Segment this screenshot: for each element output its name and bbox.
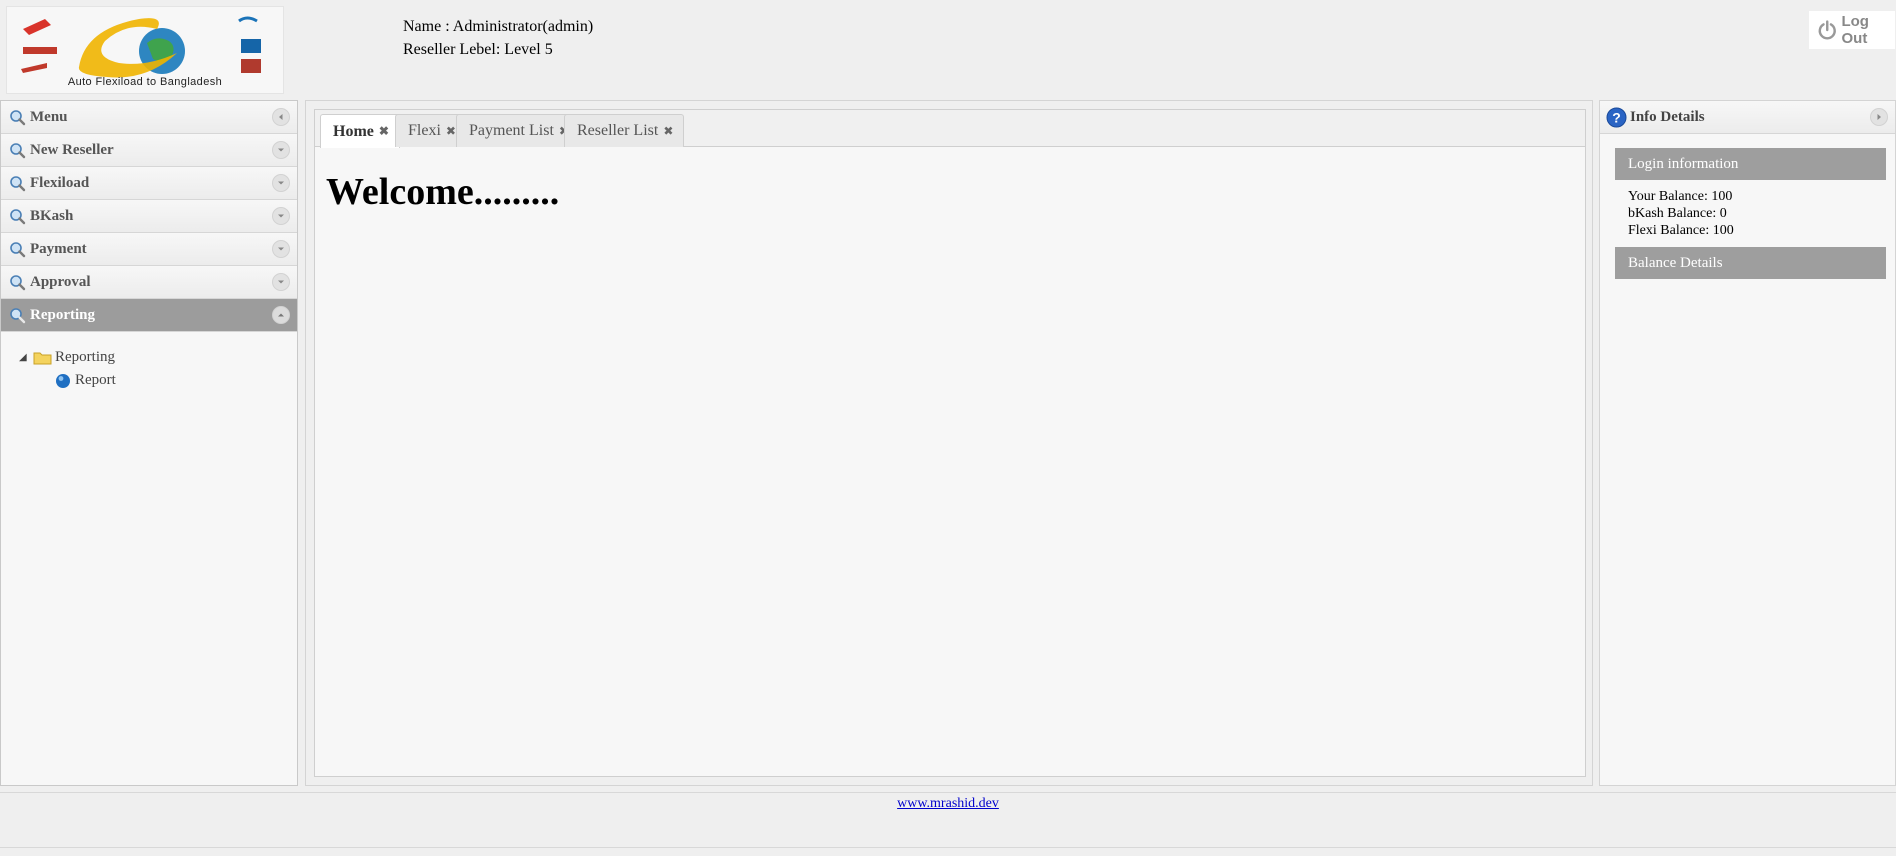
expand-button[interactable]: [272, 207, 290, 225]
tab-label: Reseller List: [577, 122, 659, 139]
tab-label: Flexi: [408, 122, 441, 139]
logo: Auto Flexiload to Bangladesh: [6, 6, 284, 94]
tab-bar: Home ✖ Flexi ✖ Payment List ✖ Reseller L…: [315, 110, 1585, 148]
tab-home[interactable]: Home ✖: [320, 114, 400, 148]
chevron-down-icon: [278, 181, 284, 185]
info-panel: ? Info Details Login information Your Ba…: [1599, 100, 1896, 786]
expand-button[interactable]: [272, 273, 290, 291]
main-panel: Home ✖ Flexi ✖ Payment List ✖ Reseller L…: [305, 100, 1593, 786]
sidebar-item-payment[interactable]: Payment: [1, 233, 297, 266]
user-info: Name : Administrator(admin) Reseller Leb…: [403, 15, 593, 61]
chevron-down-icon: [278, 148, 284, 152]
tab-container: Home ✖ Flexi ✖ Payment List ✖ Reseller L…: [314, 109, 1586, 777]
your-balance: Your Balance: 100: [1628, 189, 1733, 204]
search-icon: [10, 307, 26, 323]
chevron-right-icon: [1877, 114, 1881, 120]
chevron-down-icon: [278, 280, 284, 284]
sidebar-item-bkash[interactable]: BKash: [1, 200, 297, 233]
close-icon[interactable]: ✖: [663, 124, 673, 139]
sidebar-item-approval[interactable]: Approval: [1, 266, 297, 299]
footer: www.mrashid.dev: [0, 792, 1896, 848]
sidebar-item-reporting[interactable]: Reporting: [1, 299, 297, 332]
search-icon: [10, 142, 26, 158]
tree-folder-label: Reporting: [55, 349, 115, 365]
logout-button[interactable]: Log Out: [1809, 11, 1895, 49]
sidebar-item-label: Reporting: [30, 306, 95, 323]
expand-button[interactable]: [272, 174, 290, 192]
collapse-button[interactable]: [272, 306, 290, 324]
tab-payment-list[interactable]: Payment List ✖: [456, 114, 580, 147]
tree-expand-arrow-icon[interactable]: ◢: [19, 352, 29, 363]
login-info-section[interactable]: Login information: [1615, 148, 1886, 180]
sidebar-title: Menu: [30, 108, 68, 125]
collapse-info-panel-button[interactable]: [1870, 108, 1888, 126]
chevron-down-icon: [278, 214, 284, 218]
chevron-up-icon: [278, 313, 284, 317]
expand-button[interactable]: [272, 240, 290, 258]
sidebar-item-flexiload[interactable]: Flexiload: [1, 167, 297, 200]
close-icon[interactable]: ✖: [379, 124, 389, 139]
sidebar-item-label: BKash: [30, 207, 74, 224]
power-icon: [1818, 20, 1836, 40]
svg-text:?: ?: [1612, 109, 1621, 125]
tab-label: Home: [333, 122, 374, 140]
sidebar-item-label: Payment: [30, 240, 87, 257]
sidebar-item-label: Approval: [30, 273, 91, 290]
reseller-level: Reseller Lebel: Level 5: [403, 41, 553, 58]
header: Auto Flexiload to Bangladesh Name : Admi…: [0, 0, 1896, 100]
tab-label: Payment List: [469, 122, 554, 139]
sidebar: Menu New Reseller Flexiload BKash Paymen…: [0, 100, 298, 786]
folder-icon: [33, 352, 52, 364]
search-icon: [10, 241, 26, 257]
search-icon: [10, 208, 26, 224]
help-icon: ?: [1606, 107, 1627, 127]
info-panel-title: Info Details: [1630, 108, 1705, 125]
sidebar-item-label: New Reseller: [30, 141, 114, 158]
welcome-heading: Welcome.........: [326, 171, 560, 213]
tree-node-reporting[interactable]: ◢ Reporting: [19, 346, 297, 369]
balance-details-section[interactable]: Balance Details: [1615, 247, 1886, 279]
balance-list: Your Balance: 100 bKash Balance: 0 Flexi…: [1600, 180, 1895, 247]
user-name: Name : Administrator(admin): [403, 18, 594, 35]
collapse-sidebar-button[interactable]: [272, 108, 290, 126]
tree-item-label: Report: [75, 372, 116, 388]
search-icon: [10, 175, 26, 191]
reporting-tree: ◢ Reporting Report: [1, 332, 297, 392]
search-icon: [10, 109, 26, 125]
logo-text: Auto Flexiload to Bangladesh: [67, 76, 223, 88]
flexi-balance: Flexi Balance: 100: [1628, 223, 1734, 238]
tab-reseller-list[interactable]: Reseller List ✖: [564, 114, 685, 147]
bkash-balance: bKash Balance: 0: [1628, 206, 1727, 221]
tree-node-report[interactable]: Report: [19, 369, 297, 392]
close-icon[interactable]: ✖: [446, 124, 456, 139]
footer-link[interactable]: www.mrashid.dev: [897, 796, 999, 812]
globe-bullet-icon: [56, 373, 70, 388]
sidebar-item-new-reseller[interactable]: New Reseller: [1, 134, 297, 167]
sidebar-item-label: Flexiload: [30, 174, 90, 191]
search-icon: [10, 274, 26, 290]
expand-button[interactable]: [272, 141, 290, 159]
logout-label: Log Out: [1841, 13, 1869, 47]
info-panel-header: ? Info Details: [1600, 101, 1895, 134]
chevron-down-icon: [278, 247, 284, 251]
chevron-left-icon: [279, 114, 283, 120]
sidebar-header: Menu: [1, 101, 297, 134]
